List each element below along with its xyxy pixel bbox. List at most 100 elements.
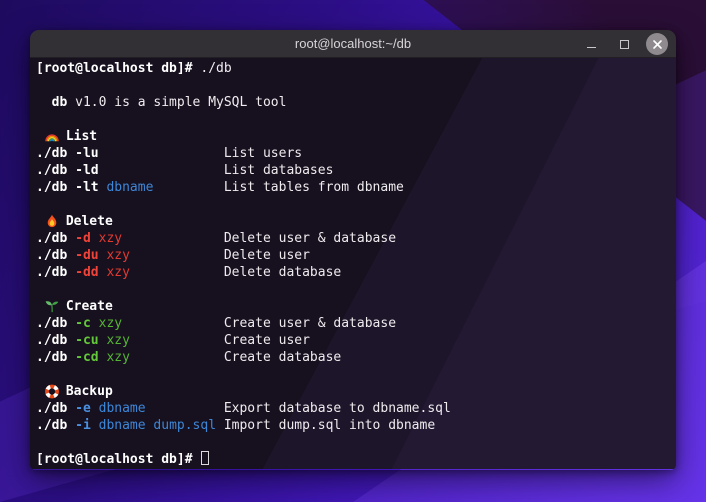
command-description: Delete user bbox=[224, 248, 310, 263]
help-section: List ./db -luList users ./db -ldList dat… bbox=[36, 128, 670, 196]
command-row: ./db -i dbname dump.sqlImport dump.sql i… bbox=[36, 417, 670, 434]
command-base: ./db bbox=[36, 316, 67, 331]
command-args: dbname dump.sql bbox=[91, 418, 216, 433]
command-description: Export database to dbname.sql bbox=[224, 401, 451, 416]
command-args: xzy bbox=[99, 333, 130, 348]
command-cell: ./db -cu xzy bbox=[36, 332, 224, 349]
command-line-entry: [root@localhost db]# ./db bbox=[36, 60, 670, 77]
command-description: List databases bbox=[224, 163, 334, 178]
section-title: List bbox=[66, 128, 97, 145]
minimize-icon bbox=[587, 47, 596, 49]
command-args: xzy bbox=[99, 248, 130, 263]
section-title: Backup bbox=[66, 383, 113, 400]
command-flag: -c bbox=[67, 316, 90, 331]
typed-command: ./db bbox=[200, 61, 231, 76]
lifebuoy-icon bbox=[44, 384, 60, 399]
command-cell: ./db -i dbname dump.sql bbox=[36, 417, 224, 434]
command-description: Delete user & database bbox=[224, 231, 396, 246]
window-controls bbox=[580, 30, 668, 58]
section-title: Create bbox=[66, 298, 113, 315]
help-section: Create ./db -c xzyCreate user & database… bbox=[36, 298, 670, 366]
command-cell: ./db -ld bbox=[36, 162, 224, 179]
section-header: Create bbox=[36, 298, 670, 315]
command-row: ./db -luList users bbox=[36, 145, 670, 162]
command-base: ./db bbox=[36, 180, 67, 195]
command-row: ./db -ldList databases bbox=[36, 162, 670, 179]
command-cell: ./db -du xzy bbox=[36, 247, 224, 264]
command-description: Create user bbox=[224, 333, 310, 348]
command-row: ./db -cu xzyCreate user bbox=[36, 332, 670, 349]
command-flag: -d bbox=[67, 231, 90, 246]
command-description: Import dump.sql into dbname bbox=[224, 418, 435, 433]
command-base: ./db bbox=[36, 418, 67, 433]
command-base: ./db bbox=[36, 248, 67, 263]
maximize-icon bbox=[620, 40, 629, 49]
command-cell: ./db -c xzy bbox=[36, 315, 224, 332]
command-description: List tables from dbname bbox=[224, 180, 404, 195]
command-description: List users bbox=[224, 146, 302, 161]
command-flag: -cd bbox=[67, 350, 98, 365]
trailing-prompt-line: [root@localhost db]# bbox=[36, 451, 670, 468]
command-base: ./db bbox=[36, 401, 67, 416]
command-row: ./db -cd xzyCreate database bbox=[36, 349, 670, 366]
shell-prompt: [root@localhost db]# bbox=[36, 61, 193, 76]
command-base: ./db bbox=[36, 333, 67, 348]
command-cell: ./db -lt dbname bbox=[36, 179, 224, 196]
seedling-icon bbox=[44, 299, 60, 314]
shell-prompt: [root@localhost db]# bbox=[36, 452, 193, 467]
command-flag: -du bbox=[67, 248, 98, 263]
minimize-button[interactable] bbox=[580, 33, 602, 55]
command-flag: -dd bbox=[67, 265, 98, 280]
app-tagline: v1.0 is a simple MySQL tool bbox=[67, 95, 286, 110]
command-args: xzy bbox=[91, 316, 122, 331]
command-cell: ./db -lu bbox=[36, 145, 224, 162]
sections: List ./db -luList users ./db -ldList dat… bbox=[36, 128, 670, 434]
help-section: Delete ./db -d xzyDelete user & database… bbox=[36, 213, 670, 281]
terminal-window: root@localhost:~/db [root@localhost db]#… bbox=[30, 30, 676, 470]
command-flag: -cu bbox=[67, 333, 98, 348]
command-args: xzy bbox=[99, 350, 130, 365]
maximize-button[interactable] bbox=[613, 33, 635, 55]
command-args: dbname bbox=[91, 401, 146, 416]
section-header: Backup bbox=[36, 383, 670, 400]
section-rows: ./db -luList users ./db -ldList database… bbox=[36, 145, 670, 196]
close-button[interactable] bbox=[646, 33, 668, 55]
command-description: Delete database bbox=[224, 265, 341, 280]
command-base: ./db bbox=[36, 163, 67, 178]
desktop-background: root@localhost:~/db [root@localhost db]#… bbox=[0, 0, 706, 502]
section-rows: ./db -c xzyCreate user & database ./db -… bbox=[36, 315, 670, 366]
command-flag: -ld bbox=[67, 163, 98, 178]
terminal-cursor[interactable] bbox=[201, 451, 209, 465]
help-section: Backup ./db -e dbnameExport database to … bbox=[36, 383, 670, 434]
command-flag: -e bbox=[67, 401, 90, 416]
terminal-content: [root@localhost db]# ./db db v1.0 is a s… bbox=[30, 58, 676, 470]
section-title: Delete bbox=[66, 213, 113, 230]
close-icon bbox=[652, 39, 663, 50]
command-cell: ./db -d xzy bbox=[36, 230, 224, 247]
section-header: Delete bbox=[36, 213, 670, 230]
command-base: ./db bbox=[36, 350, 67, 365]
command-base: ./db bbox=[36, 265, 67, 280]
terminal-screen[interactable]: [root@localhost db]# ./db db v1.0 is a s… bbox=[30, 58, 676, 469]
fire-icon bbox=[44, 214, 60, 229]
command-base: ./db bbox=[36, 146, 67, 161]
command-row: ./db -d xzyDelete user & database bbox=[36, 230, 670, 247]
command-cell: ./db -cd xzy bbox=[36, 349, 224, 366]
command-flag: -i bbox=[67, 418, 90, 433]
intro-line: db v1.0 is a simple MySQL tool bbox=[36, 94, 670, 111]
command-args: xzy bbox=[91, 231, 122, 246]
section-rows: ./db -e dbnameExport database to dbname.… bbox=[36, 400, 670, 434]
command-row: ./db -du xzyDelete user bbox=[36, 247, 670, 264]
section-rows: ./db -d xzyDelete user & database ./db -… bbox=[36, 230, 670, 281]
command-args: xzy bbox=[99, 265, 130, 280]
command-flag: -lu bbox=[67, 146, 98, 161]
rainbow-icon bbox=[44, 129, 60, 144]
command-description: Create user & database bbox=[224, 316, 396, 331]
command-args: dbname bbox=[99, 180, 154, 195]
window-titlebar[interactable]: root@localhost:~/db bbox=[30, 30, 676, 58]
command-description: Create database bbox=[224, 350, 341, 365]
command-flag: -lt bbox=[67, 180, 98, 195]
command-cell: ./db -e dbname bbox=[36, 400, 224, 417]
command-row: ./db -c xzyCreate user & database bbox=[36, 315, 670, 332]
command-row: ./db -dd xzy Delete database bbox=[36, 264, 670, 281]
